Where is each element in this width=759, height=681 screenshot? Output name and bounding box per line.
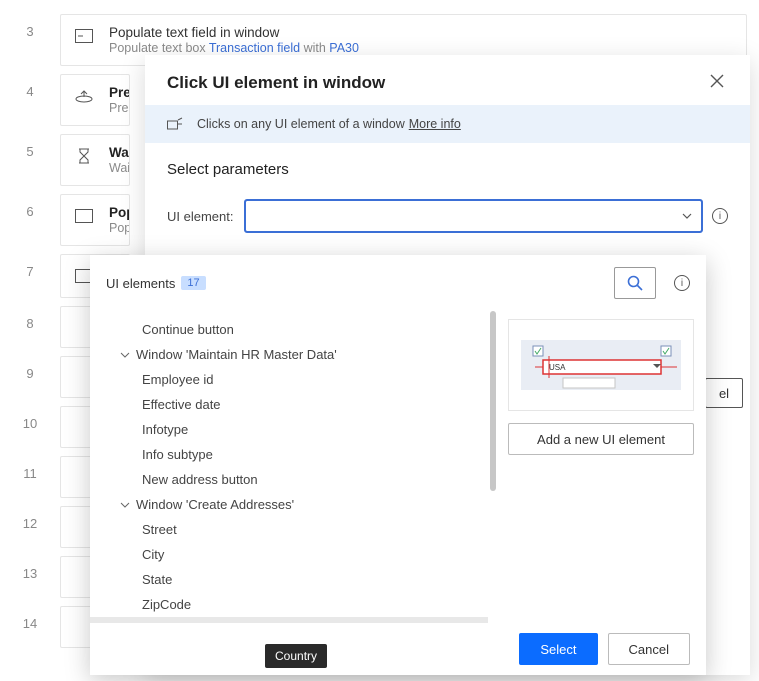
tree-group-label: Window 'Maintain HR Master Data': [136, 347, 337, 362]
step-subtitle: Populate text box Transaction field with…: [109, 41, 734, 55]
close-button[interactable]: [710, 74, 728, 92]
step-subtitle: Wait: [109, 161, 130, 175]
press-button-icon: [73, 85, 95, 107]
textbox-icon: [73, 25, 95, 47]
search-icon: [626, 274, 644, 292]
step-number: 14: [0, 606, 60, 631]
select-button[interactable]: Select: [519, 633, 597, 665]
scrollbar-thumb[interactable]: [490, 311, 496, 491]
step-number: 12: [0, 506, 60, 531]
step-title: Pres: [109, 85, 130, 100]
click-element-icon: [167, 117, 185, 131]
step-number: 9: [0, 356, 60, 381]
step-title: Pop: [109, 205, 130, 220]
step-number: 7: [0, 254, 60, 279]
step-subtitle: Pres: [109, 101, 130, 115]
chevron-down-icon: [681, 210, 693, 222]
step-title: Populate text field in window: [109, 25, 734, 40]
cancel-button-behind[interactable]: el: [705, 378, 743, 408]
svg-text:USA: USA: [549, 363, 566, 372]
step-number: 10: [0, 406, 60, 431]
chevron-down-icon: [120, 500, 132, 510]
tree-group[interactable]: Window 'Maintain HR Master Data': [90, 342, 488, 367]
tree-item[interactable]: Street: [90, 517, 488, 542]
modal-title: Click UI element in window: [167, 73, 710, 93]
tree-item[interactable]: City: [90, 542, 488, 567]
scrollbar[interactable]: [488, 311, 496, 623]
tree-item[interactable]: Info subtype: [90, 442, 488, 467]
chevron-down-icon: [120, 350, 132, 360]
tree-item-selected[interactable]: Country: [90, 617, 488, 623]
step-card[interactable]: Wai Wait: [60, 134, 130, 186]
step-number: 5: [0, 134, 60, 159]
tree-item[interactable]: Infotype: [90, 417, 488, 442]
tree-item[interactable]: New address button: [90, 467, 488, 492]
tree-group-label: Window 'Create Addresses': [136, 497, 294, 512]
cancel-button[interactable]: Cancel: [608, 633, 690, 665]
add-ui-element-button[interactable]: Add a new UI element: [508, 423, 694, 455]
element-preview: USA: [508, 319, 694, 411]
picker-title: UI elements: [106, 276, 175, 291]
tree-item[interactable]: ZipCode: [90, 592, 488, 617]
tree-item[interactable]: State: [90, 567, 488, 592]
section-title: Select parameters: [167, 161, 728, 178]
step-number: 11: [0, 456, 60, 481]
step-number: 6: [0, 194, 60, 219]
info-icon[interactable]: i: [674, 275, 690, 291]
ui-element-tree[interactable]: Continue button Window 'Maintain HR Mast…: [90, 311, 488, 623]
tree-group[interactable]: Window 'Create Addresses': [90, 492, 488, 517]
tree-item[interactable]: Employee id: [90, 367, 488, 392]
step-number: 3: [0, 14, 60, 39]
ui-element-picker: UI elements 17 i Continue button Window …: [90, 255, 706, 675]
more-info-link[interactable]: More info: [409, 117, 461, 131]
step-number: 13: [0, 556, 60, 581]
preview-pane: USA Add a new UI element: [496, 311, 706, 623]
step-card[interactable]: Pop Pop: [60, 194, 130, 246]
search-button[interactable]: [614, 267, 656, 299]
step-number: 4: [0, 74, 60, 99]
element-count-badge: 17: [181, 276, 205, 290]
tree-item[interactable]: Continue button: [90, 317, 488, 342]
ui-element-select[interactable]: [245, 200, 702, 232]
field-label: UI element:: [167, 209, 245, 224]
step-title: Wai: [109, 145, 130, 160]
info-icon[interactable]: i: [712, 208, 728, 224]
hourglass-icon: [73, 145, 95, 167]
step-card[interactable]: Pres Pres: [60, 74, 130, 126]
step-number: 8: [0, 306, 60, 331]
textbox-icon: [73, 205, 95, 227]
info-text: Clicks on any UI element of a window: [197, 117, 405, 131]
tree-item[interactable]: Effective date: [90, 392, 488, 417]
step-subtitle: Pop: [109, 221, 130, 235]
info-bar: Clicks on any UI element of a window Mor…: [145, 105, 750, 143]
tooltip: Country: [265, 644, 327, 668]
